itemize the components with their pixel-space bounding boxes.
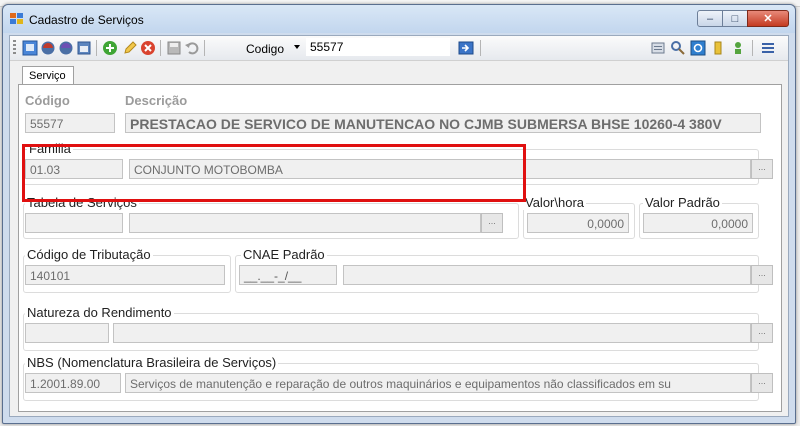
tab-servico[interactable]: Serviço [22, 66, 74, 84]
window-title: Cadastro de Serviços [29, 13, 144, 27]
codigo-search-input[interactable] [306, 38, 450, 56]
toolbar-grip-icon [13, 40, 16, 56]
valor-hora-label: Valor\hora [523, 195, 587, 210]
tabela-servicos-name-field[interactable] [129, 213, 481, 233]
descricao-field[interactable]: PRESTACAO DE SERVICO DE MANUTENCAO NO CJ… [125, 113, 761, 133]
minimize-button[interactable]: ‒ [697, 10, 723, 27]
title-bar[interactable]: Cadastro de Serviços ‒ □ ✕ [3, 5, 795, 33]
save-icon[interactable] [166, 40, 182, 56]
natureza-lookup-button[interactable]: ... [751, 323, 773, 343]
tributacao-field[interactable]: 140101 [25, 265, 225, 285]
new-record-icon[interactable] [22, 40, 38, 56]
report-icon[interactable] [650, 40, 666, 56]
natureza-desc-field[interactable] [113, 323, 751, 343]
nbs-lookup-button[interactable]: ... [751, 373, 773, 393]
undo-icon[interactable] [184, 40, 200, 56]
nbs-label: NBS (Nomenclatura Brasileira de Serviços… [25, 355, 279, 370]
add-icon[interactable] [102, 40, 118, 56]
cnae-lookup-button[interactable]: ... [751, 265, 773, 285]
valor-padrao-label: Valor Padrão [643, 195, 722, 210]
codigo-label: Código [25, 93, 70, 108]
client-area: Codigo 55577 Serviço Código Descrição 55… [9, 35, 789, 417]
cnae-desc-field[interactable] [343, 265, 751, 285]
chevron-down-icon[interactable] [294, 45, 300, 49]
nbs-desc-field[interactable]: Serviços de manutenção e reparação de ou… [125, 373, 751, 393]
help-icon[interactable] [730, 40, 746, 56]
search-icon[interactable] [670, 40, 686, 56]
window: Cadastro de Serviços ‒ □ ✕ Codigo 55577 … [2, 4, 796, 424]
refresh-icon[interactable] [690, 40, 706, 56]
tabela-servicos-code-field[interactable] [25, 213, 123, 233]
tributacao-label: Código de Tributação [25, 247, 153, 262]
descricao-label: Descrição [125, 93, 188, 108]
tabela-servicos-lookup-button[interactable]: ... [481, 213, 503, 233]
cnae-label: CNAE Padrão [241, 247, 327, 262]
window-list-icon[interactable] [76, 40, 92, 56]
valor-padrao-field[interactable]: 0,0000 [643, 213, 753, 233]
toolbar: Codigo [10, 36, 788, 61]
natureza-code-field[interactable] [25, 323, 109, 343]
codigo-dropdown-label[interactable]: Codigo [246, 42, 284, 56]
app-icon [10, 13, 24, 25]
first-record-icon[interactable] [40, 40, 56, 56]
maximize-button[interactable]: □ [722, 10, 748, 27]
menu-icon[interactable] [760, 40, 776, 56]
codigo-field[interactable]: 55577 [25, 113, 115, 133]
previous-record-icon[interactable] [58, 40, 74, 56]
highlight-box [22, 144, 526, 202]
edit-icon[interactable] [122, 40, 138, 56]
valor-hora-field[interactable]: 0,0000 [527, 213, 629, 233]
close-button[interactable]: ✕ [747, 10, 789, 27]
familia-lookup-button[interactable]: ... [751, 159, 773, 179]
cnae-code-field[interactable]: __.__-_/__ [239, 265, 337, 285]
delete-icon[interactable] [140, 40, 156, 56]
servico-tab-panel: Código Descrição 55577 PRESTACAO DE SERV… [18, 84, 782, 412]
search-execute-icon[interactable] [458, 40, 474, 56]
filter-icon[interactable] [710, 40, 726, 56]
nbs-code-field[interactable]: 1.2001.89.00 [25, 373, 121, 393]
natureza-label: Natureza do Rendimento [25, 305, 174, 320]
